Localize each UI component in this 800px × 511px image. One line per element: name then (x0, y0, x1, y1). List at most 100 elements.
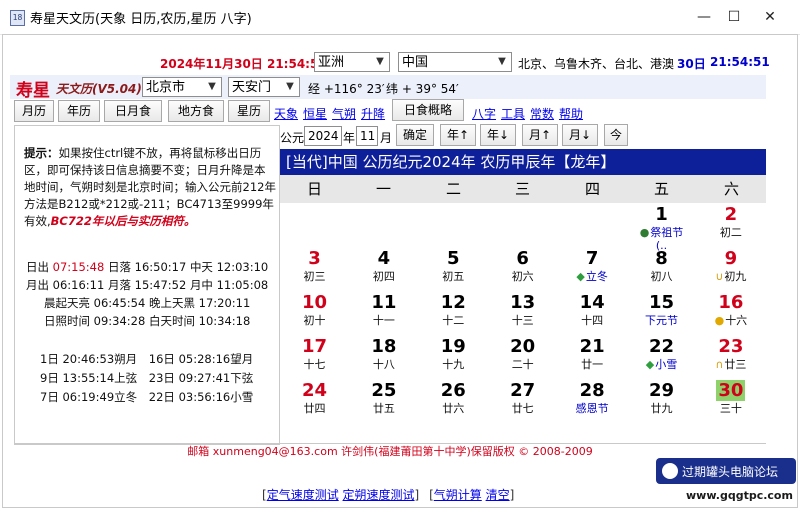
link-solar-terms[interactable]: 气朔 (332, 105, 356, 122)
lunar-date: 三十 (696, 402, 765, 416)
day-number: 7 (558, 248, 627, 270)
link-qi-speed-test[interactable]: 定气速度测试 (267, 488, 339, 502)
current-datetime: 2024年11月30日 21:54:51 (160, 57, 327, 71)
link-constants[interactable]: 常数 (530, 105, 554, 122)
local-eclipse-button[interactable]: 地方食 (168, 100, 224, 122)
forum-watermark: 过期罐头电脑论坛 www.gqgtpc.com (656, 458, 796, 506)
city-select[interactable]: 北京市 ▼ (142, 77, 222, 97)
eclipse-button[interactable]: 日月食 (104, 100, 162, 122)
link-shuo-speed-test[interactable]: 定朔速度测试 (343, 488, 415, 502)
lunar-date: 二十 (488, 358, 557, 372)
calendar-day[interactable]: 9 ∪初九 (696, 248, 765, 292)
lunar-text: 十一 (372, 314, 395, 327)
calendar-day[interactable]: 18 十八 (349, 336, 418, 380)
continent-select[interactable]: 亚洲 ▼ (314, 52, 390, 72)
link-qishuo-calc[interactable]: 气朔计算 (434, 488, 482, 502)
day-number-text: 28 (579, 380, 605, 401)
month-calendar-button[interactable]: 月历 (14, 100, 54, 122)
day-number-text: 26 (440, 380, 466, 401)
calendar-day[interactable]: 30 三十 (696, 380, 765, 424)
phase-event: 03:56:16小雪 (178, 390, 254, 404)
calendar-day[interactable]: 10 初十 (280, 292, 349, 336)
sunrise-label: 日出 (26, 260, 49, 274)
year-down-button[interactable]: 年↓ (480, 124, 516, 146)
calendar-grid: 1 ●祭祖节 (.. 2 初二 3 初三 4 初四 5 初五 6 初六 7 ◆立冬 8 初八 9 ∪初九 10 初十 11… (280, 203, 766, 441)
month-down-button[interactable]: 月↓ (562, 124, 598, 146)
calendar-day[interactable]: 22 ◆小雪 (627, 336, 696, 380)
phase-event: 06:19:49立冬 (62, 390, 138, 404)
eclipse-summary-button[interactable]: 日食概略 (392, 99, 464, 121)
calendar-day[interactable]: 23 ∩廿三 (696, 336, 765, 380)
calendar-day[interactable]: 24 廿四 (280, 380, 349, 424)
day-number: 20 (488, 336, 557, 358)
close-button[interactable]: ✕ (750, 4, 790, 30)
daytime-label: 白天时间 (148, 314, 195, 328)
maximize-button[interactable]: ☐ (714, 4, 754, 30)
lunar-date: 十七 (280, 358, 349, 372)
day-number: 28 (558, 380, 627, 402)
link-rise-set[interactable]: 升降 (361, 105, 385, 122)
lunar-text: 初十 (303, 314, 326, 327)
calendar-day[interactable]: 8 初八 (627, 248, 696, 292)
day-number-text: 2 (724, 204, 738, 225)
calendar-day[interactable]: 29 廿九 (627, 380, 696, 424)
day-number-text: 30 (716, 380, 746, 401)
calendar-day[interactable]: 16 ●十六 (696, 292, 765, 336)
link-bazi[interactable]: 八字 (472, 105, 496, 122)
lunar-text: 初五 (442, 270, 465, 283)
title-bar: 18 寿星天文历(天象 日历,农历,星历 八字) — ☐ ✕ (0, 0, 800, 35)
weekday-sun: 日 (306, 180, 322, 198)
lunar-date: ◆小雪 (627, 358, 696, 372)
calendar-day[interactable]: 19 十九 (419, 336, 488, 380)
calendar-day[interactable]: 5 初五 (419, 248, 488, 292)
link-tools[interactable]: 工具 (501, 105, 525, 122)
day-number-text: 17 (301, 336, 328, 357)
lunar-date: 廿一 (558, 358, 627, 372)
calendar-day[interactable]: 25 廿五 (349, 380, 418, 424)
phase-row-3: 7日 06:19:49立冬 22日 03:56:16小雪 (40, 389, 253, 405)
lunar-date: 十八 (349, 358, 418, 372)
lunar-date: 初三 (280, 270, 349, 284)
link-celestial[interactable]: 天象 (274, 105, 298, 122)
latitude-label: 纬 + 39° 54′ (386, 82, 459, 96)
calendar-day[interactable]: 14 十四 (558, 292, 627, 336)
year-input[interactable]: 2024 (304, 126, 342, 146)
lunar-text: 初二 (719, 226, 742, 239)
day-number-text: 6 (516, 248, 529, 269)
month-input[interactable]: 11 (356, 126, 378, 146)
day-number-text: 24 (301, 380, 328, 401)
link-stars[interactable]: 恒星 (303, 105, 327, 122)
calendar-day[interactable]: 4 初四 (349, 248, 418, 292)
day-number-text: 11 (371, 292, 397, 313)
country-select[interactable]: 中国 ▼ (398, 52, 512, 72)
calendar-day[interactable]: 21 廿一 (558, 336, 627, 380)
calendar-day[interactable]: 20 二十 (488, 336, 557, 380)
month-up-button[interactable]: 月↑ (522, 124, 558, 146)
calendar-day[interactable]: 15 下元节 (627, 292, 696, 336)
link-clear[interactable]: 清空 (486, 488, 510, 502)
calendar-day[interactable]: 1 ●祭祖节 (.. (627, 204, 696, 252)
confirm-button[interactable]: 确定 (396, 124, 434, 146)
lunar-date: 廿六 (419, 402, 488, 416)
calendar-day[interactable]: 7 ◆立冬 (558, 248, 627, 292)
calendar-day[interactable]: 2 初二 (696, 204, 765, 248)
year-up-button[interactable]: 年↑ (440, 124, 476, 146)
continent-select-value: 亚洲 (318, 55, 345, 70)
today-button[interactable]: 今 (604, 124, 628, 146)
calendar-day[interactable]: 17 十七 (280, 336, 349, 380)
place-select[interactable]: 天安门 ▼ (228, 77, 300, 97)
link-help[interactable]: 帮助 (559, 105, 583, 122)
calendar-day[interactable]: 28 感恩节 (558, 380, 627, 424)
calendar-day[interactable]: 3 初三 (280, 248, 349, 292)
lunar-text: 初六 (511, 270, 534, 283)
calendar-day[interactable]: 6 初六 (488, 248, 557, 292)
year-calendar-button[interactable]: 年历 (58, 100, 100, 122)
calendar-day[interactable]: 11 十一 (349, 292, 418, 336)
day-number: 6 (488, 248, 557, 270)
calendar-day[interactable]: 12 十二 (419, 292, 488, 336)
calendar-day[interactable]: 26 廿六 (419, 380, 488, 424)
ephemeris-button[interactable]: 星历 (228, 100, 270, 122)
day-number: 10 (280, 292, 349, 314)
calendar-day[interactable]: 27 廿七 (488, 380, 557, 424)
calendar-day[interactable]: 13 十三 (488, 292, 557, 336)
